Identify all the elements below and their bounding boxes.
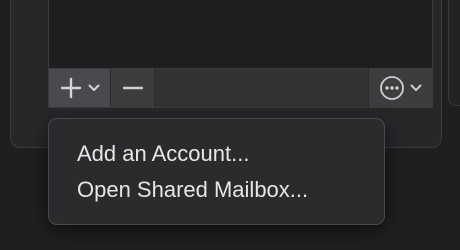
plus-icon	[60, 77, 82, 99]
menu-item-open-shared-mailbox[interactable]: Open Shared Mailbox...	[49, 172, 384, 208]
adjacent-pane-edge	[448, 0, 460, 106]
remove-account-button[interactable]	[111, 69, 155, 107]
chevron-down-icon	[88, 83, 100, 93]
list-toolbar	[48, 68, 433, 108]
minus-icon	[122, 77, 144, 99]
window-area: Add an Account... Open Shared Mailbox...	[0, 0, 460, 250]
add-account-menu: Add an Account... Open Shared Mailbox...	[48, 118, 385, 225]
ellipsis-circle-icon	[379, 75, 405, 101]
chevron-down-icon	[410, 83, 422, 93]
action-menu-button[interactable]	[368, 69, 432, 107]
menu-item-add-account[interactable]: Add an Account...	[49, 136, 384, 172]
accounts-list[interactable]	[48, 0, 433, 68]
add-account-button[interactable]	[49, 69, 111, 107]
